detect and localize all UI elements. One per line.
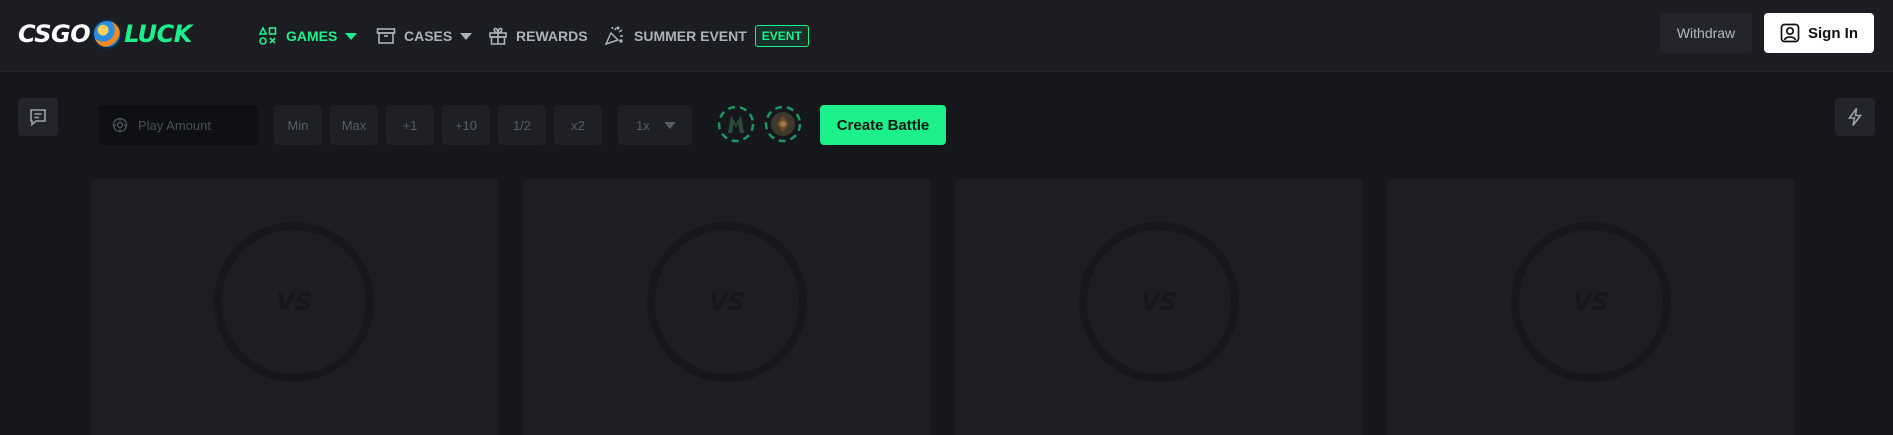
vs-ring: VS — [214, 222, 374, 382]
play-amount-input[interactable] — [138, 117, 258, 133]
chat-toggle-button[interactable] — [18, 98, 58, 136]
vs-label: VS — [1141, 288, 1177, 316]
nav-rewards-label: REWARDS — [516, 28, 588, 44]
logo-ball-icon — [92, 19, 123, 49]
double-button[interactable]: x2 — [554, 105, 602, 145]
chevron-down-icon — [345, 32, 358, 40]
plus-one-button[interactable]: +1 — [386, 105, 434, 145]
user-icon — [1780, 23, 1800, 43]
vs-label: VS — [709, 288, 745, 316]
mode-icon-ct[interactable] — [716, 104, 756, 144]
battle-card[interactable]: VS — [955, 178, 1363, 435]
battle-card[interactable]: VS — [523, 178, 931, 435]
sign-in-label: Sign In — [1808, 24, 1858, 42]
nav-games[interactable]: GAMES — [258, 22, 358, 50]
chevron-down-icon — [663, 121, 676, 129]
max-button[interactable]: Max — [330, 105, 378, 145]
quick-action-button[interactable] — [1835, 98, 1875, 136]
battle-card[interactable]: VS — [90, 178, 498, 435]
nav-summer-event[interactable]: SUMMER EVENT EVENT — [604, 22, 809, 50]
half-button[interactable]: 1/2 — [498, 105, 546, 145]
vs-ring: VS — [1079, 222, 1239, 382]
chevron-down-icon — [460, 32, 473, 40]
vs-label: VS — [1573, 288, 1609, 316]
multiplier-select[interactable]: 1x — [618, 105, 692, 145]
vs-ring: VS — [1511, 222, 1671, 382]
rewards-icon — [489, 27, 507, 45]
event-badge: EVENT — [754, 25, 809, 47]
nav-cases[interactable]: CASES — [376, 22, 473, 50]
withdraw-button[interactable]: Withdraw — [1660, 13, 1752, 53]
min-button[interactable]: Min — [274, 105, 322, 145]
play-amount-field[interactable] — [98, 105, 258, 145]
battle-card[interactable]: VS — [1387, 178, 1795, 435]
site-logo[interactable]: CSGO LUCK — [18, 14, 192, 54]
multiplier-value: 1x — [636, 117, 650, 133]
create-battle-button[interactable]: Create Battle — [820, 105, 946, 145]
vs-ring: VS — [647, 222, 807, 382]
summer-event-icon — [604, 26, 623, 46]
top-header: CSGO LUCK GAMES CASES REWARDS SUMMER EVE… — [0, 0, 1893, 72]
nav-summer-event-label: SUMMER EVENT — [634, 28, 747, 44]
plus-ten-button[interactable]: +10 — [442, 105, 490, 145]
mode-icon-t[interactable] — [763, 104, 803, 144]
games-icon — [258, 26, 277, 45]
chat-icon — [30, 109, 46, 127]
lightning-icon — [1847, 108, 1863, 126]
sign-in-button[interactable]: Sign In — [1764, 13, 1874, 53]
nav-games-label: GAMES — [286, 28, 338, 44]
cases-icon — [376, 28, 396, 44]
logo-text-left: CSGO — [18, 20, 91, 48]
nav-rewards[interactable]: REWARDS — [488, 22, 588, 50]
nav-cases-label: CASES — [404, 28, 453, 44]
coin-icon — [112, 117, 128, 133]
vs-label: VS — [276, 288, 312, 316]
logo-text-right: LUCK — [124, 20, 192, 48]
